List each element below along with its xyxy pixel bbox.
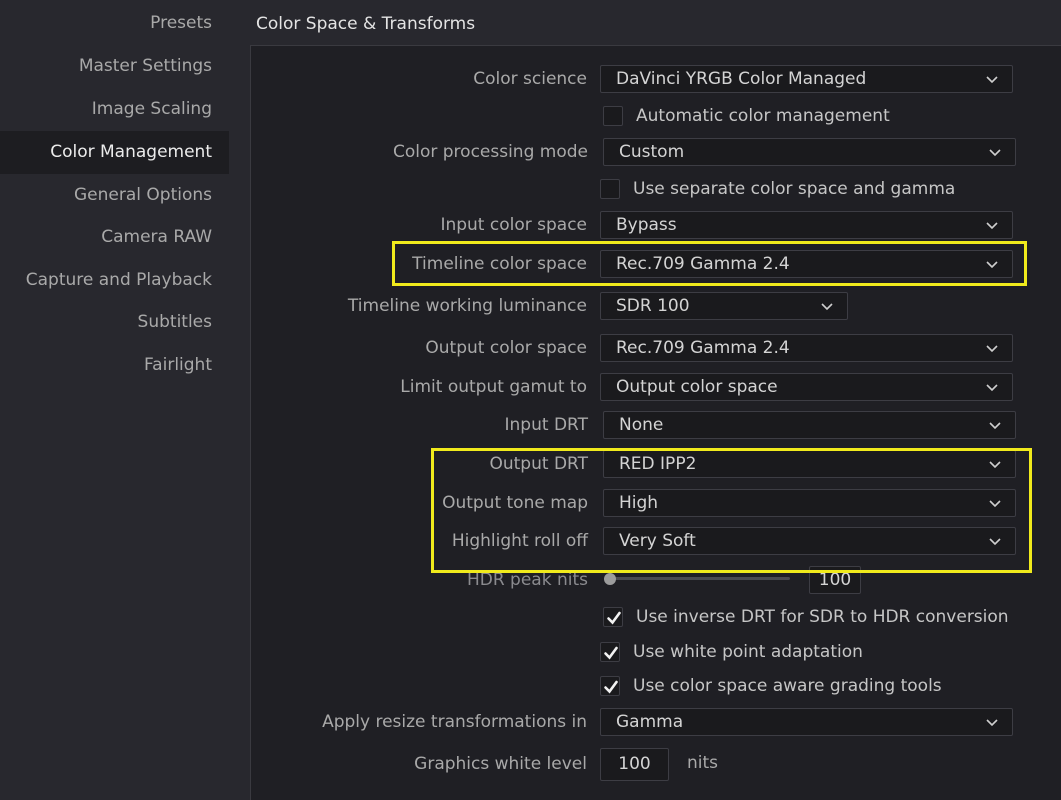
limit-output-gamut-dropdown[interactable]: Output color space [600,373,1013,401]
highlight-roll-off-value: Very Soft [619,531,696,551]
timeline-color-space-label: Timeline color space [412,254,587,274]
sidebar-item-general-options[interactable]: General Options [0,174,229,217]
chevron-down-icon [986,384,998,392]
section-title: Color Space & Transforms [256,14,476,34]
hdr-peak-nits-slider-handle[interactable] [604,573,616,585]
sidebar-item-fairlight[interactable]: Fairlight [0,344,229,387]
sidebar-item-subtitles[interactable]: Subtitles [0,301,229,344]
checkmark-icon [604,646,618,660]
sidebar-item-color-management[interactable]: Color Management [0,131,229,174]
timeline-working-luminance-dropdown[interactable]: SDR 100 [600,292,848,320]
checkmark-icon [604,680,618,694]
white-point-adaptation-row[interactable]: Use white point adaptation [600,639,863,665]
resize-transformations-value: Gamma [616,712,684,732]
auto-color-management-checkbox[interactable] [603,106,623,126]
color-science-label: Color science [473,69,587,89]
separate-gamma-checkbox[interactable] [600,179,620,199]
sidebar-item-presets[interactable]: Presets [0,2,229,45]
input-drt-label: Input DRT [504,415,588,435]
output-tone-map-label: Output tone map [442,493,588,513]
chevron-down-icon [989,538,1001,546]
chevron-down-icon [989,149,1001,157]
aware-grading-tools-checkbox[interactable] [600,676,620,696]
input-drt-dropdown[interactable]: None [603,411,1016,439]
color-processing-mode-dropdown[interactable]: Custom [603,138,1016,166]
highlight-roll-off-dropdown[interactable]: Very Soft [603,527,1016,555]
chevron-down-icon [821,303,833,311]
aware-grading-tools-row[interactable]: Use color space aware grading tools [600,673,942,699]
hdr-peak-nits-input[interactable]: 100 [809,566,861,594]
chevron-down-icon [989,461,1001,469]
chevron-down-icon [986,76,998,84]
sidebar-item-camera-raw[interactable]: Camera RAW [0,216,229,259]
timeline-working-luminance-value: SDR 100 [616,296,690,316]
input-color-space-value: Bypass [616,215,677,235]
inverse-drt-label: Use inverse DRT for SDR to HDR conversio… [636,607,1009,627]
sidebar-item-image-scaling[interactable]: Image Scaling [0,88,229,131]
inverse-drt-row[interactable]: Use inverse DRT for SDR to HDR conversio… [603,604,1009,630]
white-point-adaptation-label: Use white point adaptation [633,642,863,662]
color-science-value: DaVinci YRGB Color Managed [616,69,867,89]
output-tone-map-value: High [619,493,659,513]
separate-gamma-label: Use separate color space and gamma [633,179,956,199]
color-processing-mode-value: Custom [619,142,685,162]
chevron-down-icon [989,422,1001,430]
output-drt-value: RED IPP2 [619,454,697,474]
timeline-color-space-dropdown[interactable]: Rec.709 Gamma 2.4 [600,250,1013,278]
output-drt-label: Output DRT [489,454,588,474]
aware-grading-tools-label: Use color space aware grading tools [633,676,942,696]
output-tone-map-dropdown[interactable]: High [603,489,1016,517]
limit-output-gamut-label: Limit output gamut to [400,377,587,397]
settings-sidebar: Presets Master Settings Image Scaling Co… [0,0,229,800]
hdr-peak-nits-slider[interactable] [612,577,790,580]
auto-color-management-label: Automatic color management [636,106,890,126]
input-drt-value: None [619,415,664,435]
auto-color-management-row[interactable]: Automatic color management [603,103,890,129]
input-color-space-dropdown[interactable]: Bypass [600,211,1013,239]
separate-gamma-row[interactable]: Use separate color space and gamma [600,176,955,202]
chevron-down-icon [986,222,998,230]
chevron-down-icon [989,500,1001,508]
color-processing-mode-label: Color processing mode [392,142,588,162]
chevron-down-icon [986,345,998,353]
output-color-space-dropdown[interactable]: Rec.709 Gamma 2.4 [600,334,1013,362]
timeline-color-space-value: Rec.709 Gamma 2.4 [616,254,790,274]
sidebar-item-capture-playback[interactable]: Capture and Playback [0,259,229,302]
input-color-space-label: Input color space [440,215,587,235]
sidebar-item-master-settings[interactable]: Master Settings [0,45,229,88]
output-drt-dropdown[interactable]: RED IPP2 [603,450,1016,478]
output-color-space-value: Rec.709 Gamma 2.4 [616,338,790,358]
resize-transformations-label: Apply resize transformations in [322,712,587,732]
white-point-adaptation-checkbox[interactable] [600,642,620,662]
graphics-white-level-unit: nits [687,753,719,773]
chevron-down-icon [986,719,998,727]
inverse-drt-checkbox[interactable] [603,607,623,627]
hdr-peak-nits-label: HDR peak nits [466,570,588,590]
color-science-dropdown[interactable]: DaVinci YRGB Color Managed [600,65,1013,93]
timeline-working-luminance-label: Timeline working luminance [347,296,587,316]
graphics-white-level-label: Graphics white level [414,754,587,774]
output-color-space-label: Output color space [425,338,587,358]
limit-output-gamut-value: Output color space [616,377,778,397]
resize-transformations-dropdown[interactable]: Gamma [600,708,1013,736]
chevron-down-icon [986,261,998,269]
graphics-white-level-input[interactable]: 100 [600,748,669,781]
highlight-roll-off-label: Highlight roll off [451,531,588,551]
checkmark-icon [607,611,621,625]
